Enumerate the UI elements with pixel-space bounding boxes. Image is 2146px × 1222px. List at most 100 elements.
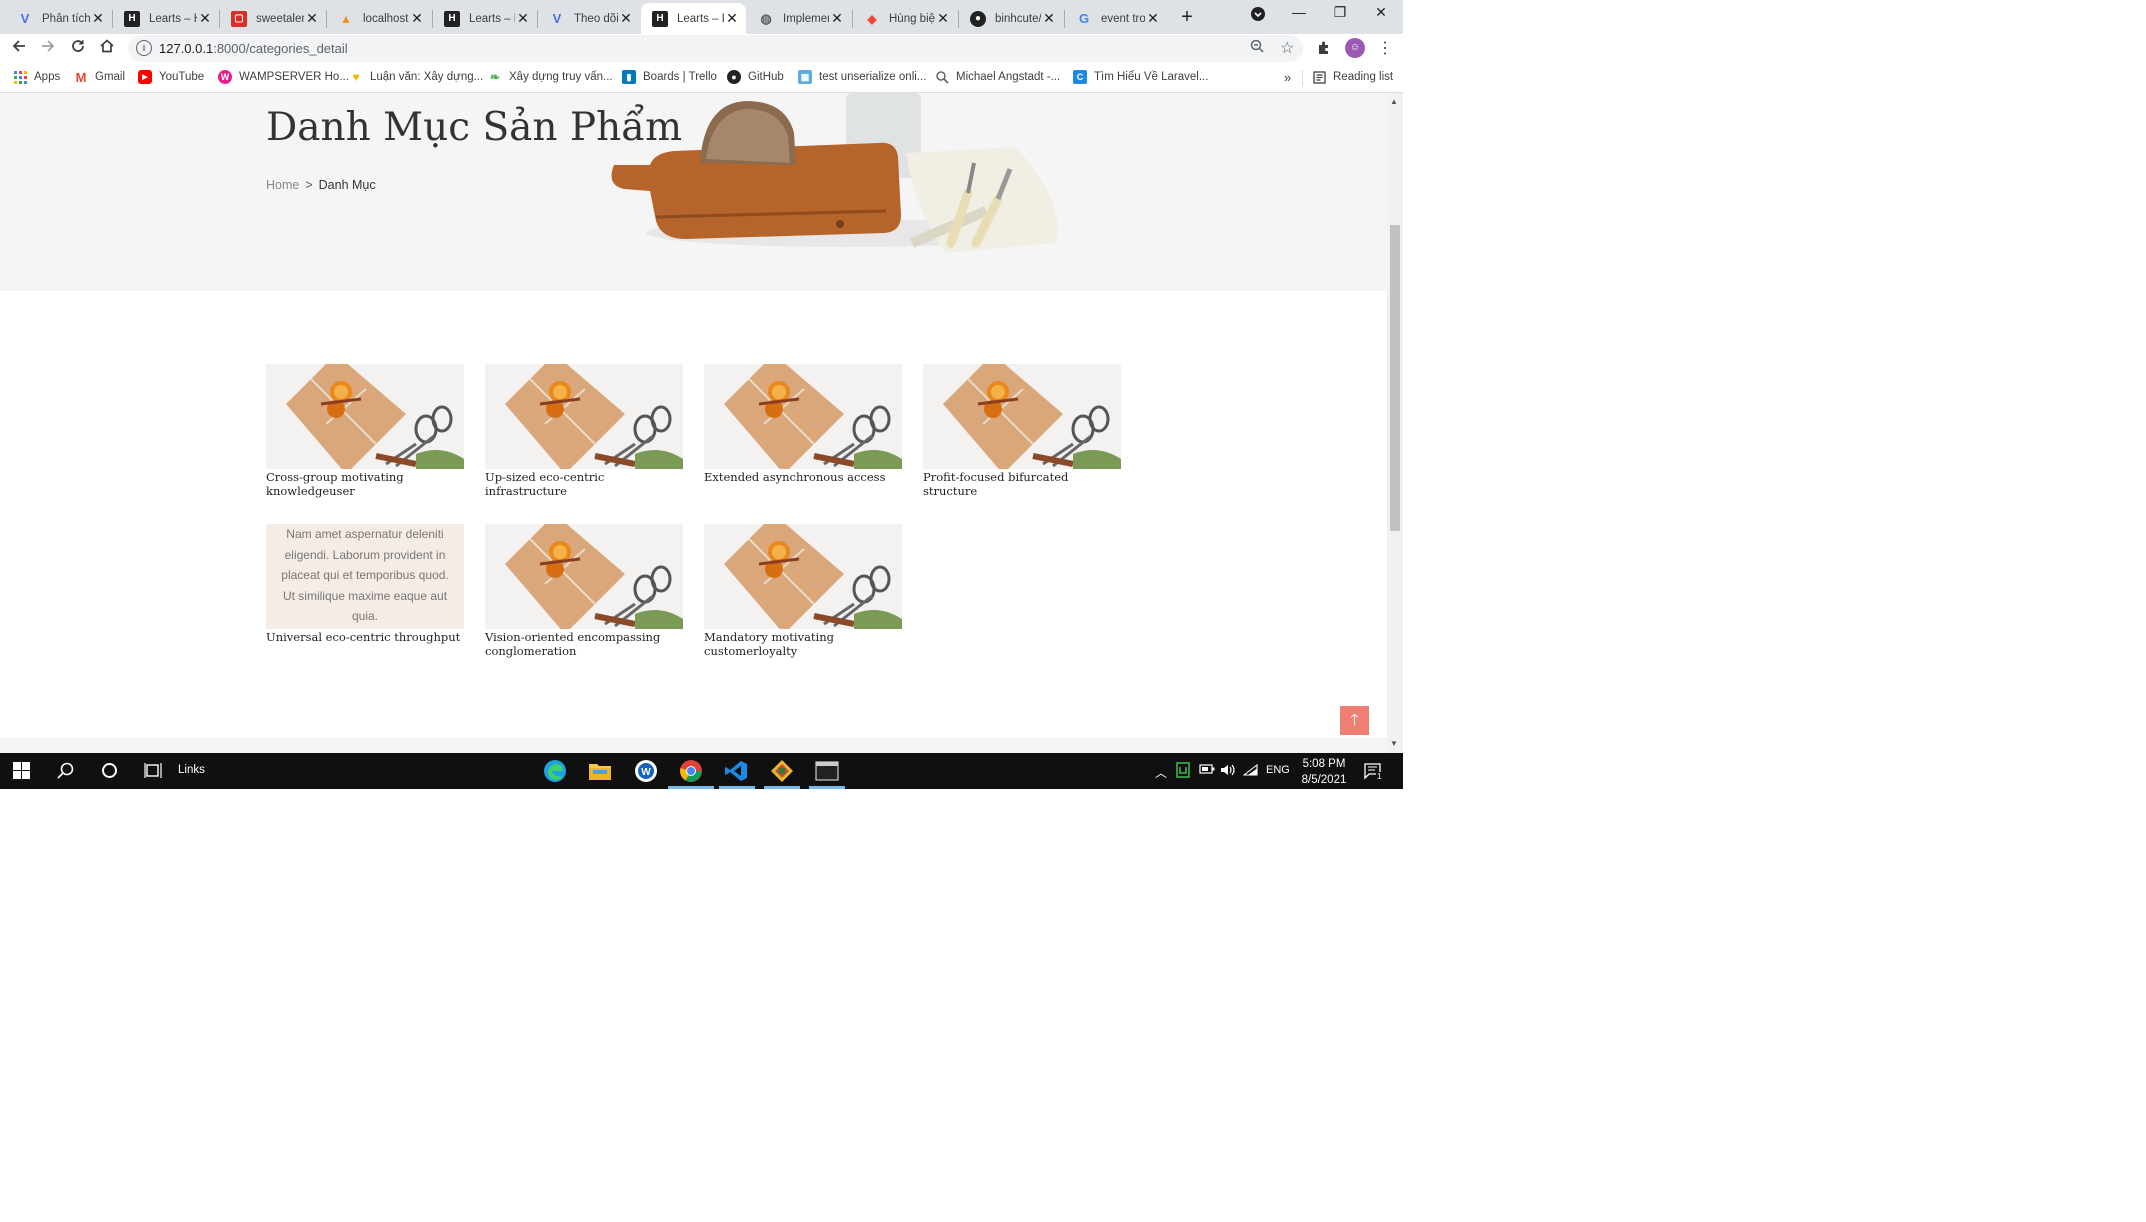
close-tab-icon[interactable]: ✕ — [90, 10, 106, 27]
v-logo-icon: V — [20, 11, 30, 26]
category-image[interactable] — [485, 524, 683, 629]
category-image[interactable] — [923, 364, 1121, 469]
app-icon[interactable]: W — [633, 758, 659, 784]
close-tab-icon[interactable]: ✕ — [724, 10, 740, 27]
browser-tab[interactable]: H Learts – H ✕ — [433, 3, 537, 34]
browser-tab-active[interactable]: H Learts – D ✕ — [641, 3, 746, 34]
breadcrumb-home-link[interactable]: Home — [266, 178, 299, 192]
volume-icon[interactable] — [1220, 764, 1236, 779]
scroll-down-arrow-icon[interactable]: ▼ — [1390, 739, 1398, 748]
edge-icon[interactable] — [542, 758, 568, 784]
close-tab-icon[interactable]: ✕ — [1041, 10, 1057, 27]
browser-tab[interactable]: ◈ Hùng biệ ✕ — [853, 3, 957, 34]
scroll-to-top-button[interactable]: 🡑 — [1340, 706, 1369, 735]
category-image[interactable] — [704, 364, 902, 469]
bookmark-apps[interactable]: Apps — [13, 70, 60, 84]
close-tab-icon[interactable]: ✕ — [829, 10, 845, 27]
browser-tab[interactable]: G event tro ✕ — [1065, 3, 1167, 34]
bookmark-star-icon[interactable]: ☆ — [1280, 38, 1294, 58]
category-description[interactable]: Nam amet aspernatur deleniti eligendi. L… — [266, 524, 464, 629]
battery-icon[interactable] — [1199, 764, 1215, 777]
tab-search-icon[interactable] — [1243, 6, 1273, 25]
forward-button[interactable] — [38, 38, 58, 58]
new-tab-button[interactable]: + — [1176, 6, 1198, 29]
category-card[interactable]: Mandatory motivating customerloyalty — [704, 524, 902, 658]
browser-tab[interactable]: ▢ sweetaler ✕ — [220, 3, 326, 34]
bookmark-luan-van[interactable]: ♥ Luận văn: Xây dựng... — [349, 70, 483, 84]
browser-tab[interactable]: ● binhcute/ ✕ — [959, 3, 1063, 34]
bookmark-gmail[interactable]: M Gmail — [74, 70, 125, 85]
category-card[interactable]: Cross-group motivating knowledgeuser — [266, 364, 464, 498]
scroll-up-arrow-icon[interactable]: ▲ — [1390, 97, 1398, 106]
category-card[interactable]: Up-sized eco-centric infrastructure — [485, 364, 683, 498]
bookmark-youtube[interactable]: ▶ YouTube — [138, 70, 204, 84]
browser-tab[interactable]: ▲ localhost ✕ — [327, 3, 431, 34]
terminal-icon[interactable] — [814, 758, 840, 784]
file-explorer-icon[interactable] — [587, 758, 613, 784]
bookmark-truy-van[interactable]: ❧ Xây dựng truy vấn... — [488, 70, 613, 84]
category-image[interactable] — [266, 364, 464, 469]
chevron-up-icon[interactable]: ︿ — [1155, 764, 1167, 781]
wifi-icon[interactable] — [1242, 763, 1258, 779]
category-name[interactable]: Profit-focused bifurcated structure — [923, 470, 1121, 498]
site-info-icon[interactable]: i — [136, 40, 152, 56]
close-tab-icon[interactable]: ✕ — [515, 10, 531, 27]
browser-tab[interactable]: H Learts – H ✕ — [113, 3, 219, 34]
category-name[interactable]: Universal eco-centric throughput — [266, 630, 464, 645]
windows-start-icon[interactable] — [13, 762, 30, 784]
close-window-button[interactable]: ✕ — [1366, 4, 1396, 21]
tray-app-icon[interactable] — [1176, 762, 1190, 781]
category-card[interactable]: Profit-focused bifurcated structure — [923, 364, 1121, 498]
category-name[interactable]: Cross-group motivating knowledgeuser — [266, 470, 464, 498]
c-logo-icon: C — [1073, 70, 1087, 84]
git-kraken-icon[interactable] — [769, 758, 795, 784]
category-name[interactable]: Up-sized eco-centric infrastructure — [485, 470, 683, 498]
minimize-button[interactable]: — — [1284, 4, 1314, 20]
bookmark-michael-angstadt[interactable]: Michael Angstadt -... — [935, 70, 1060, 84]
bookmark-laravel[interactable]: C Tìm Hiểu Về Laravel... — [1073, 70, 1208, 84]
category-name[interactable]: Vision-oriented encompassing conglomerat… — [485, 630, 683, 658]
browser-tab[interactable]: V Phân tích ✕ — [6, 3, 112, 34]
taskbar-clock[interactable]: 5:08 PM 8/5/2021 — [1298, 756, 1350, 788]
close-tab-icon[interactable]: ✕ — [618, 10, 634, 27]
close-tab-icon[interactable]: ✕ — [1145, 10, 1161, 27]
close-tab-icon[interactable]: ✕ — [304, 10, 320, 27]
address-bar[interactable]: i 127.0.0.1:8000/categories_detail ☆ — [128, 35, 1303, 62]
back-button[interactable] — [9, 38, 29, 58]
language-indicator[interactable]: ENG — [1266, 764, 1290, 776]
bookmark-trello[interactable]: ▮ Boards | Trello — [622, 70, 717, 84]
close-tab-icon[interactable]: ✕ — [935, 10, 951, 27]
browser-tab[interactable]: ◍ Implemen ✕ — [747, 3, 851, 34]
category-card[interactable]: Nam amet aspernatur deleniti eligendi. L… — [266, 524, 464, 645]
close-tab-icon[interactable]: ✕ — [197, 10, 213, 27]
page-scrollbar[interactable]: ▲ ▼ — [1387, 93, 1403, 753]
task-view-icon[interactable] — [144, 762, 162, 784]
vscode-icon[interactable] — [723, 758, 749, 784]
cortana-icon[interactable] — [101, 762, 118, 784]
category-name[interactable]: Extended asynchronous access — [704, 470, 902, 485]
reload-button[interactable] — [68, 38, 88, 58]
browser-menu-icon[interactable]: ⋮ — [1377, 38, 1393, 58]
reading-list-button[interactable]: Reading list — [1312, 70, 1393, 84]
more-bookmarks-button[interactable]: » — [1284, 70, 1291, 85]
search-icon[interactable] — [57, 762, 74, 784]
category-image[interactable] — [485, 364, 683, 469]
category-name[interactable]: Mandatory motivating customerloyalty — [704, 630, 902, 658]
url-text[interactable]: 127.0.0.1:8000/categories_detail — [159, 41, 348, 56]
category-image[interactable] — [704, 524, 902, 629]
links-toolbar-label[interactable]: Links — [178, 764, 205, 776]
category-card[interactable]: Extended asynchronous access — [704, 364, 902, 485]
bookmark-github[interactable]: ● GitHub — [727, 70, 784, 84]
category-card[interactable]: Vision-oriented encompassing conglomerat… — [485, 524, 683, 658]
bookmark-wampserver[interactable]: W WAMPSERVER Ho... — [218, 70, 349, 84]
profile-avatar[interactable]: ☺ — [1345, 38, 1365, 58]
bookmark-unserialize[interactable]: ▦ test unserialize onli... — [798, 70, 926, 84]
scrollbar-thumb[interactable] — [1390, 225, 1400, 531]
home-button[interactable] — [97, 38, 117, 58]
close-tab-icon[interactable]: ✕ — [409, 10, 425, 27]
zoom-icon[interactable] — [1250, 39, 1264, 56]
browser-tab[interactable]: V Theo dõi ✕ — [538, 3, 640, 34]
extensions-icon[interactable] — [1316, 40, 1332, 60]
chrome-icon[interactable] — [678, 758, 704, 784]
maximize-button[interactable]: ❐ — [1325, 4, 1355, 21]
